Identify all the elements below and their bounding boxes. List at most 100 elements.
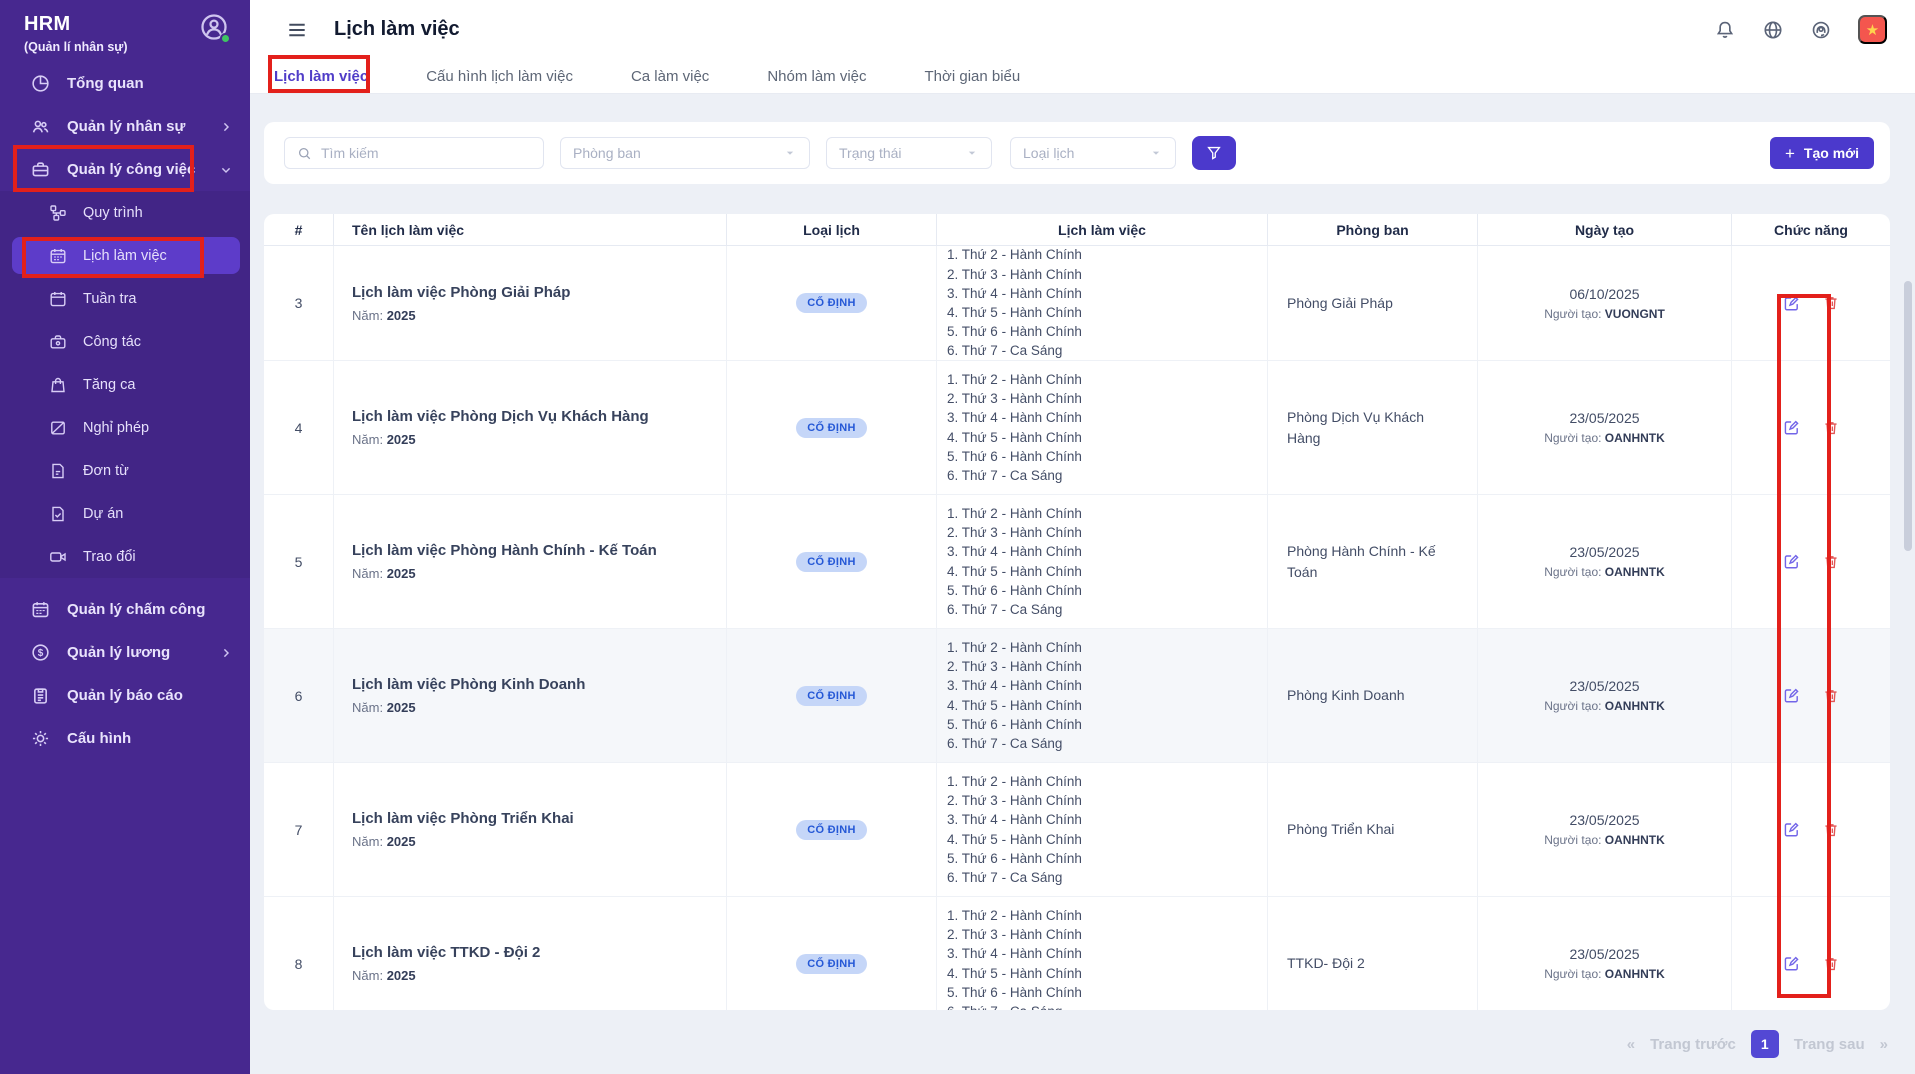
funnel-icon (1205, 144, 1223, 162)
col-header-created: Ngày tạo (1478, 214, 1732, 246)
schedule-item: 4. Thứ 5 - Hành Chính (947, 303, 1267, 322)
schedule-name-link[interactable]: Lịch làm việc Phòng Giải Pháp (352, 284, 726, 301)
schedule-name-link[interactable]: Lịch làm việc Phòng Triển Khai (352, 810, 726, 827)
filter-bar: Tìm kiếm Phòng ban Trạng thái Loại lịch … (264, 122, 1890, 184)
created-date: 06/10/2025 (1569, 286, 1639, 302)
schedule-type-badge: CỐ ĐỊNH (796, 954, 867, 974)
schedule-type-badge: CỐ ĐỊNH (796, 820, 867, 840)
delete-icon[interactable] (1822, 955, 1840, 973)
tab-nhom-lam-viec[interactable]: Nhóm làm việc (767, 68, 866, 85)
edit-icon[interactable] (1782, 686, 1801, 705)
delete-icon[interactable] (1822, 294, 1840, 312)
sidebar-subitem-trao-doi[interactable]: Trao đổi (0, 535, 250, 578)
sidebar-nav: Tổng quan Quản lý nhân sự Quản lý công v… (0, 62, 250, 760)
schedule-item: 1. Thứ 2 - Hành Chính (947, 638, 1267, 657)
tab-lich-lam-viec[interactable]: Lịch làm việc (274, 68, 368, 85)
pagination-prev-arrow[interactable]: « (1627, 1036, 1635, 1053)
sidebar-item-label: Quản lý công việc (67, 161, 195, 178)
schedule-type-badge: CỐ ĐỊNH (796, 418, 867, 438)
department-cell: TTKD- Đội 2 (1268, 897, 1478, 1010)
creator-label: Người tạo: (1544, 699, 1601, 713)
edit-icon[interactable] (1782, 820, 1801, 839)
sidebar-subitem-nghi-phep[interactable]: Nghỉ phép (0, 406, 250, 449)
sidebar-subitem-cong-tac[interactable]: Công tác (0, 320, 250, 363)
schedule-type-select[interactable]: Loại lịch (1010, 137, 1176, 169)
delete-icon[interactable] (1822, 821, 1840, 839)
table-row: 6 Lịch làm việc Phòng Kinh Doanh Năm: 20… (264, 629, 1890, 763)
user-avatar-icon[interactable] (198, 11, 230, 43)
schedule-item: 2. Thứ 3 - Hành Chính (947, 657, 1267, 676)
sidebar-subitem-tuan-tra[interactable]: Tuần tra (0, 277, 250, 320)
sidebar-item-cau-hinh[interactable]: Cấu hình (0, 717, 250, 760)
sidebar-item-quan-ly-cong-viec[interactable]: Quản lý công việc (0, 148, 250, 191)
schedule-item: 5. Thứ 6 - Hành Chính (947, 447, 1267, 466)
schedule-item: 6. Thứ 7 - Ca Sáng (947, 341, 1267, 360)
sidebar-subitem-quy-trinh[interactable]: Quy trình (0, 191, 250, 234)
schedule-item: 6. Thứ 7 - Ca Sáng (947, 1002, 1267, 1010)
calendar-blank-icon (48, 289, 68, 309)
schedule-item: 5. Thứ 6 - Hành Chính (947, 322, 1267, 341)
schedule-item: 3. Thứ 4 - Hành Chính (947, 944, 1267, 963)
sidebar-item-quan-ly-nhan-su[interactable]: Quản lý nhân sự (0, 105, 250, 148)
sidebar-subitem-don-tu[interactable]: Đơn từ (0, 449, 250, 492)
weekly-schedule-list: 1. Thứ 2 - Hành Chính 2. Thứ 3 - Hành Ch… (937, 629, 1268, 762)
sidebar-item-tong-quan[interactable]: Tổng quan (0, 62, 250, 105)
creator-name: OANHNTK (1605, 699, 1665, 713)
tab-ca-lam-viec[interactable]: Ca làm việc (631, 68, 709, 85)
schedule-name-link[interactable]: Lịch làm việc TTKD - Đội 2 (352, 944, 726, 961)
pagination-prev[interactable]: Trang trước (1650, 1036, 1736, 1053)
pagination-page-1[interactable]: 1 (1751, 1030, 1779, 1058)
col-header-name: Tên lịch làm việc (334, 214, 727, 246)
table-header: # Tên lịch làm việc Loại lịch Lịch làm v… (264, 214, 1890, 246)
delete-icon[interactable] (1822, 553, 1840, 571)
vertical-scrollbar[interactable] (1904, 281, 1912, 551)
department-select[interactable]: Phòng ban (560, 137, 810, 169)
schedule-item: 2. Thứ 3 - Hành Chính (947, 523, 1267, 542)
col-header-type: Loại lịch (727, 214, 937, 246)
edit-icon[interactable] (1782, 294, 1801, 313)
sidebar-subitem-label: Quy trình (83, 205, 143, 221)
pagination-next-arrow[interactable]: » (1880, 1036, 1888, 1053)
delete-icon[interactable] (1822, 419, 1840, 437)
year-label: Năm: (352, 432, 383, 447)
status-select[interactable]: Trạng thái (826, 137, 992, 169)
schedule-item: 3. Thứ 4 - Hành Chính (947, 284, 1267, 303)
notification-bell-icon[interactable] (1714, 19, 1736, 41)
schedule-name-link[interactable]: Lịch làm việc Phòng Dịch Vụ Khách Hàng (352, 408, 726, 425)
schedule-item: 1. Thứ 2 - Hành Chính (947, 246, 1267, 265)
sidebar-subitem-tang-ca[interactable]: Tăng ca (0, 363, 250, 406)
tabs-bar: Lịch làm việc Cấu hình lịch làm việc Ca … (250, 59, 1915, 94)
tab-cau-hinh-lich-lam-viec[interactable]: Cấu hình lịch làm việc (426, 68, 573, 85)
svg-text:$: $ (38, 648, 44, 659)
col-header-schedule: Lịch làm việc (937, 214, 1268, 246)
edit-icon[interactable] (1782, 552, 1801, 571)
sidebar-item-quan-ly-luong[interactable]: $ Quản lý lương (0, 631, 250, 674)
schedule-name-link[interactable]: Lịch làm việc Phòng Kinh Doanh (352, 676, 726, 693)
table-row: 7 Lịch làm việc Phòng Triển Khai Năm: 20… (264, 763, 1890, 897)
delete-icon[interactable] (1822, 687, 1840, 705)
sidebar-item-label: Quản lý lương (67, 644, 170, 661)
plus-icon: + (1785, 145, 1795, 162)
edit-icon[interactable] (1782, 954, 1801, 973)
chevron-down-icon (218, 162, 234, 178)
tab-thoi-gian-bieu[interactable]: Thời gian biểu (925, 68, 1021, 85)
hamburger-menu-icon[interactable] (286, 19, 308, 41)
sidebar-subitem-du-an[interactable]: Dự án (0, 492, 250, 535)
vietnam-flag-button[interactable]: ★ (1858, 15, 1887, 44)
sidebar-item-quan-ly-bao-cao[interactable]: Quản lý báo cáo (0, 674, 250, 717)
schedule-name-link[interactable]: Lịch làm việc Phòng Hành Chính - Kế Toán (352, 542, 726, 559)
filter-button[interactable] (1192, 136, 1236, 170)
department-cell: Phòng Triển Khai (1268, 763, 1478, 896)
sidebar-item-quan-ly-cham-cong[interactable]: Quản lý chấm công (0, 588, 250, 631)
calendar-icon (48, 246, 68, 266)
create-new-button[interactable]: + Tạo mới (1770, 137, 1874, 169)
schedule-item: 4. Thứ 5 - Hành Chính (947, 428, 1267, 447)
search-input[interactable]: Tìm kiếm (284, 137, 544, 169)
support-headset-icon[interactable] (1810, 19, 1832, 41)
pagination-next[interactable]: Trang sau (1794, 1036, 1865, 1053)
year-label: Năm: (352, 566, 383, 581)
globe-language-icon[interactable] (1762, 19, 1784, 41)
sidebar-subitem-lich-lam-viec[interactable]: Lịch làm việc (0, 234, 250, 277)
edit-icon[interactable] (1782, 418, 1801, 437)
col-header-actions: Chức năng (1732, 214, 1890, 246)
